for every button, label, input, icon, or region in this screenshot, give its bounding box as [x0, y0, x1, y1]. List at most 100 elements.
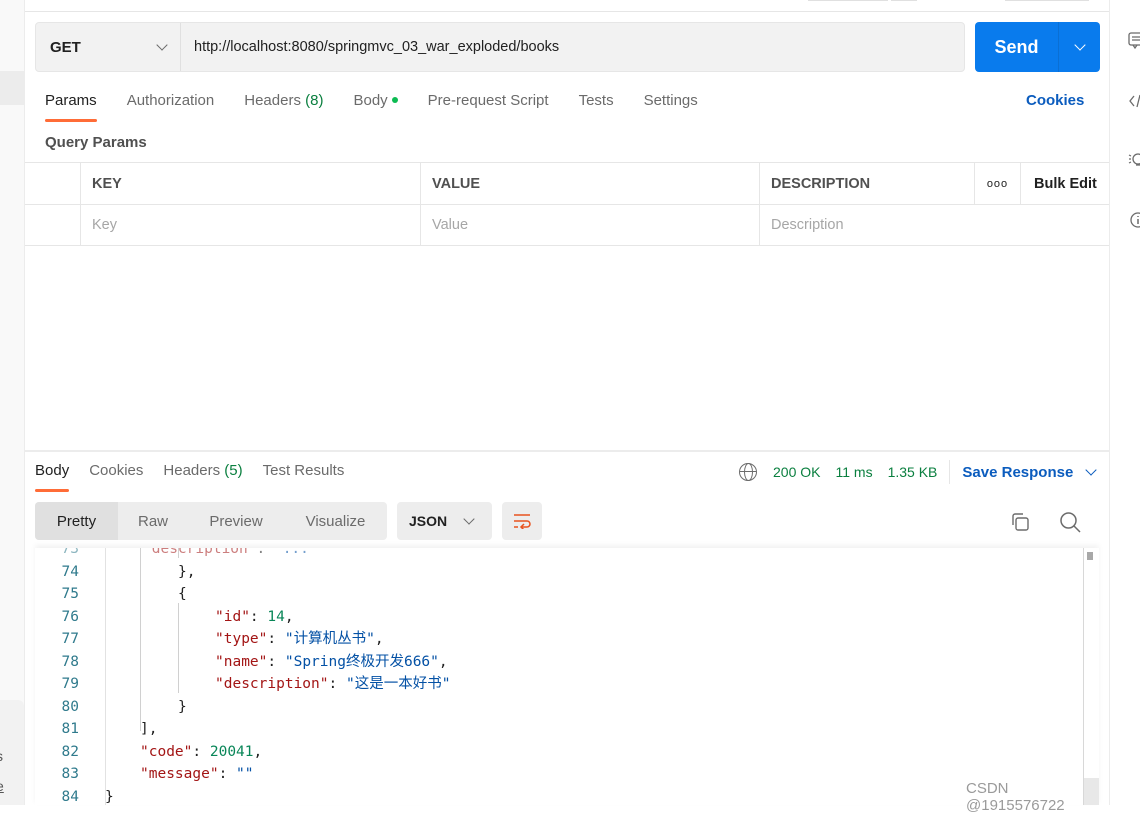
- tab-pre-request-script[interactable]: Pre-request Script: [428, 92, 549, 122]
- value-input[interactable]: Value: [421, 205, 760, 245]
- table-row: Key Value Description: [25, 205, 1109, 246]
- tab-response-body[interactable]: Body: [35, 462, 70, 492]
- query-params-table: KEY VALUE DESCRIPTION ooo Bulk Edit Key …: [25, 162, 1109, 246]
- tab-label: Cookies: [89, 462, 144, 479]
- code-line: 83 "message": "": [35, 763, 1075, 785]
- send-button-group: Send: [975, 22, 1100, 72]
- tab-label: Params: [45, 92, 97, 109]
- header-divider: [25, 11, 1109, 12]
- code-line: 81],: [35, 718, 1075, 740]
- headers-count: (5): [224, 462, 243, 479]
- more-options-button[interactable]: ooo: [975, 163, 1021, 204]
- chevron-down-icon[interactable]: [1085, 464, 1097, 476]
- tab-label: Test Results: [262, 462, 345, 479]
- response-status-bar: 200 OK 11 ms 1.35 KB Save Response: [739, 460, 1097, 484]
- sidebar-edge-char: e: [0, 778, 4, 794]
- right-sidebar: [1109, 0, 1140, 805]
- tab-label: Body: [353, 92, 388, 109]
- code-line: 78 "name": "Spring终极开发666",: [35, 651, 1075, 673]
- view-raw[interactable]: Raw: [118, 502, 188, 540]
- documentation-icon[interactable]: [1128, 32, 1140, 50]
- search-icon[interactable]: [1059, 511, 1081, 533]
- tab-params[interactable]: Params: [45, 92, 97, 122]
- top-toolbar-edge: [891, 0, 917, 1]
- code-line: 74},: [35, 561, 1075, 583]
- response-size[interactable]: 1.35 KB: [888, 464, 938, 480]
- query-params-title: Query Params: [45, 134, 147, 151]
- tab-authorization[interactable]: Authorization: [127, 92, 215, 122]
- line-number: 81: [61, 721, 79, 737]
- save-response-button[interactable]: Save Response: [962, 464, 1073, 481]
- code-line: 82 "code": 20041,: [35, 741, 1075, 763]
- column-header-description: DESCRIPTION: [760, 163, 975, 204]
- row-checkbox-cell: [25, 205, 81, 245]
- checkbox-column-header: [25, 163, 81, 204]
- view-pretty[interactable]: Pretty: [35, 502, 118, 540]
- code-icon[interactable]: [1128, 92, 1140, 110]
- copy-icon[interactable]: [1010, 512, 1030, 532]
- line-number: 74: [61, 563, 79, 580]
- request-workspace: GET http://localhost:8080/springmvc_03_w…: [25, 0, 1109, 814]
- cookies-link[interactable]: Cookies: [1026, 92, 1084, 109]
- tab-test-results[interactable]: Test Results: [263, 462, 345, 492]
- line-number: 83: [61, 766, 79, 782]
- view-preview[interactable]: Preview: [188, 502, 284, 540]
- sidebar-edge-char: s: [0, 748, 3, 764]
- status-code[interactable]: 200 OK: [773, 464, 820, 480]
- bulk-edit-button[interactable]: Bulk Edit: [1021, 163, 1109, 204]
- view-visualize[interactable]: Visualize: [284, 502, 387, 540]
- code-line: 76 "id": 14,: [35, 606, 1075, 628]
- response-time[interactable]: 11 ms: [835, 464, 872, 480]
- url-bar: GET http://localhost:8080/springmvc_03_w…: [35, 22, 965, 72]
- code-text: "code": 20041,: [140, 743, 263, 760]
- code-line: 75 {: [35, 583, 1075, 605]
- line-number: 84: [61, 788, 79, 805]
- line-number: 82: [61, 743, 79, 760]
- line-number: 75: [61, 586, 79, 602]
- tab-tests[interactable]: Tests: [579, 92, 614, 122]
- globe-icon[interactable]: [739, 463, 757, 481]
- code-text: "description": "...": [143, 548, 318, 557]
- chevron-down-icon: [1073, 39, 1086, 51]
- code-line: 73 "description": "...": [35, 548, 1075, 560]
- description-input[interactable]: Description: [760, 205, 1109, 245]
- scrollbar-arrow[interactable]: [1087, 552, 1093, 560]
- tab-response-headers[interactable]: Headers (5): [163, 462, 242, 492]
- method-select[interactable]: GET: [36, 23, 181, 71]
- method-label: GET: [50, 38, 81, 56]
- send-options-button[interactable]: [1059, 22, 1100, 72]
- top-toolbar-edge: [1005, 0, 1089, 1]
- line-number: 77: [61, 631, 79, 647]
- headers-count: (8): [305, 92, 324, 109]
- line-number: 78: [61, 653, 79, 670]
- code-line: 79 "description": "这是一本好书": [35, 673, 1075, 695]
- lightbulb-icon[interactable]: [1128, 151, 1140, 169]
- info-icon[interactable]: [1128, 211, 1140, 229]
- format-select[interactable]: JSON: [397, 502, 492, 540]
- wrap-lines-button[interactable]: [502, 502, 542, 540]
- more-icon: ooo: [986, 177, 1009, 190]
- url-input[interactable]: http://localhost:8080/springmvc_03_war_e…: [181, 39, 559, 55]
- tab-headers[interactable]: Headers (8): [244, 92, 323, 122]
- table-header-row: KEY VALUE DESCRIPTION ooo Bulk Edit: [25, 163, 1109, 205]
- code-text: "id": 14,: [215, 608, 294, 625]
- code-text: "name": "Spring终极开发666",: [215, 653, 448, 670]
- top-toolbar-edge: [808, 0, 888, 1]
- sidebar-selected-item[interactable]: [0, 71, 24, 105]
- code-text: ],: [140, 721, 158, 737]
- pane-resize-handle[interactable]: [25, 450, 1109, 452]
- tab-label: Headers: [244, 92, 301, 109]
- code-text: }: [105, 788, 114, 805]
- tab-label: Authorization: [126, 92, 215, 109]
- code-line: 84}: [35, 786, 1075, 806]
- code-text: "description": "这是一本好书": [215, 676, 451, 692]
- scrollbar-track[interactable]: [1083, 548, 1084, 805]
- tab-response-cookies[interactable]: Cookies: [89, 462, 143, 492]
- response-tabs: Body Cookies Headers (5) Test Results: [35, 462, 364, 492]
- tab-settings[interactable]: Settings: [644, 92, 698, 122]
- send-button[interactable]: Send: [975, 22, 1059, 72]
- tab-body[interactable]: Body: [353, 92, 398, 122]
- response-body-editor[interactable]: 73 "description": "..." 74}, 75 {76 "id": 14,…: [35, 548, 1099, 805]
- sidebar-bottom-panel: s e: [0, 700, 24, 805]
- key-input[interactable]: Key: [81, 205, 421, 245]
